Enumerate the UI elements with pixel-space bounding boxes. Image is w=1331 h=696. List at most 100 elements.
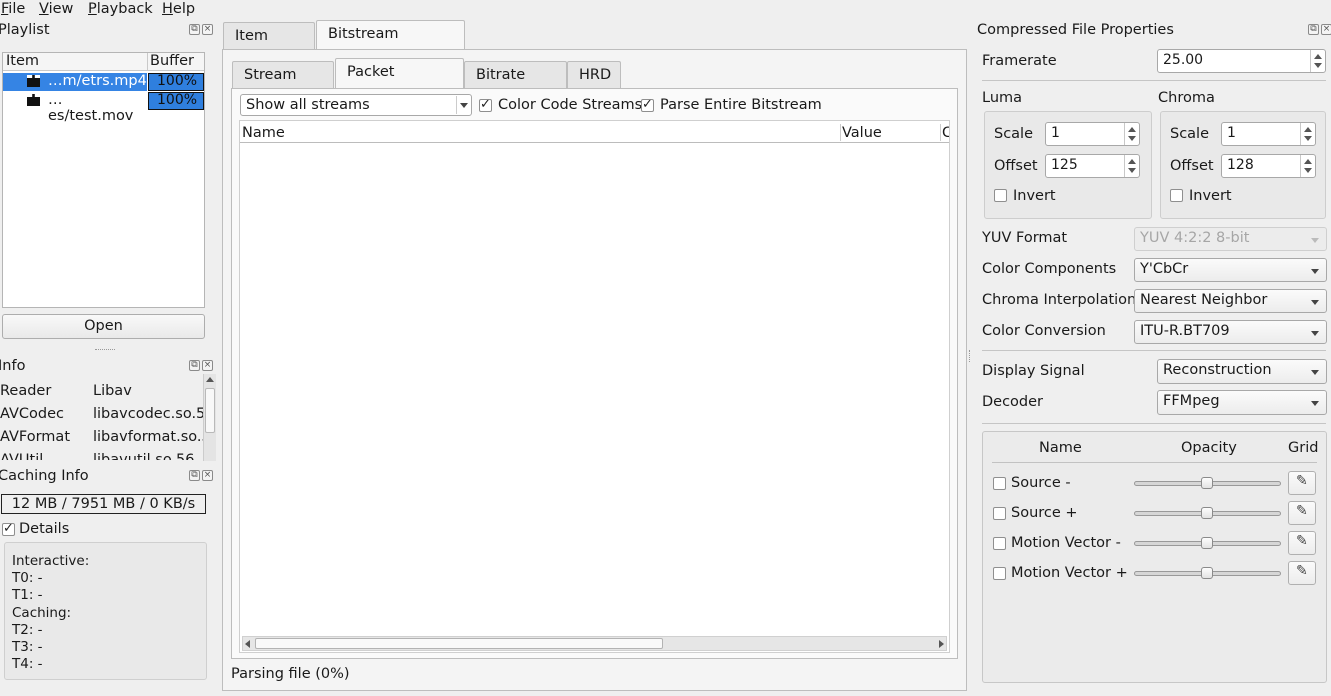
decoder-select[interactable]: FFMpeg [1157,390,1327,415]
opacity-slider-handle[interactable] [1201,537,1213,549]
chevron-down-icon [1311,238,1319,243]
packet-tree[interactable]: Name Value C [239,120,950,653]
props-dock-buttons: ⧉ × [1308,24,1331,35]
display-signal-select[interactable]: Reconstruction [1157,359,1327,384]
color-components-select[interactable]: Y'CbCr [1134,258,1327,282]
tab-bitrate-plot[interactable]: Bitrate Plot [464,61,567,109]
chevron-down-icon [1311,269,1319,274]
scroll-thumb[interactable] [255,638,663,649]
chevron-up-icon[interactable] [1314,54,1322,59]
framerate-spinbox[interactable]: 25.00 [1157,49,1326,73]
playlist-dock-title: Playlist [0,22,50,38]
header-divider [147,53,148,71]
overlay-name: Source - [1011,475,1071,491]
luma-title: Luma [982,90,1023,106]
props-dock-title: Compressed File Properties [977,22,1174,38]
col-value-header[interactable]: Value [842,125,882,141]
header-divider [940,124,941,141]
scroll-left-icon[interactable] [245,640,250,648]
opacity-slider-handle[interactable] [1201,507,1213,519]
splitter-handle[interactable] [95,349,115,352]
color-conversion-select[interactable]: ITU-R.BT709 [1134,320,1327,344]
pencil-icon: ✎ [1296,473,1308,489]
info-key: Reader [0,383,52,399]
close-icon[interactable]: × [202,360,213,371]
info-dock-buttons: ⧉ × [189,360,213,371]
table-row[interactable]: …m/etrs.mp4 [3,73,147,91]
tab-hrd[interactable]: HRD [567,61,621,89]
col-buffer-header[interactable]: Buffer [150,53,194,69]
chevron-down-icon[interactable] [1304,136,1312,141]
tab-packet-analysis[interactable]: Packet Analysis [335,58,464,106]
menu-help[interactable]: Help [162,0,195,18]
grid-edit-button[interactable]: ✎ [1288,531,1316,555]
playlist-dock-buttons: ⧉ × [189,24,213,35]
float-icon[interactable]: ⧉ [189,360,200,371]
chevron-up-icon[interactable] [1128,159,1136,164]
yuv-format-select[interactable]: YUV 4:2:2 8-bit [1134,227,1327,251]
overlay-checkbox[interactable] [993,477,1006,490]
chevron-down-icon[interactable] [1128,136,1136,141]
col-name-header[interactable]: Name [242,125,285,141]
splitter-handle[interactable] [969,350,971,362]
chevron-down-icon[interactable] [1304,168,1312,173]
grid-edit-button[interactable]: ✎ [1288,471,1316,495]
pencil-icon: ✎ [1296,563,1308,579]
chroma-interpolation-select[interactable]: Nearest Neighbor [1134,289,1327,313]
menu-file[interactable]: File [1,0,25,18]
parse-entire-label: Parse Entire Bitstream [660,97,822,113]
scroll-right-icon[interactable] [939,640,944,648]
scroll-up-icon[interactable] [206,377,214,382]
chroma-interpolation-label: Chroma Interpolation [982,292,1137,308]
overlay-panel [982,431,1327,683]
menu-bar: File View Playback Help [0,0,1331,20]
menu-view[interactable]: View [39,0,73,18]
chevron-up-icon[interactable] [1304,159,1312,164]
luma-offset-label: Offset [994,158,1038,174]
grid-edit-button[interactable]: ✎ [1288,561,1316,585]
grid-edit-button[interactable]: ✎ [1288,501,1316,525]
luma-scale-label: Scale [994,126,1034,142]
info-scrollbar[interactable] [203,374,216,461]
tab-stream-info[interactable]: Stream Info [232,61,334,109]
overlay-name: Motion Vector + [1011,565,1128,581]
tab-item-view[interactable]: Item View [223,22,315,70]
chevron-up-icon[interactable] [1304,127,1312,132]
chroma-scale-spinbox[interactable]: 1 [1221,122,1316,146]
overlay-checkbox[interactable] [993,537,1006,550]
yuv-format-label: YUV Format [982,230,1068,246]
chevron-up-icon[interactable] [1128,127,1136,132]
chevron-down-icon[interactable] [1128,168,1136,173]
horizontal-scrollbar[interactable] [242,636,947,651]
chevron-down-icon[interactable] [1314,63,1322,68]
open-button[interactable]: Open [2,314,205,339]
stream-filter-select[interactable]: Show all streams [240,94,472,116]
parse-entire-checkbox[interactable] [641,97,654,112]
luma-scale-spinbox[interactable]: 1 [1045,122,1140,146]
chroma-invert-checkbox[interactable] [1170,189,1183,202]
float-icon[interactable]: ⧉ [1308,24,1319,35]
chroma-offset-spinbox[interactable]: 128 [1221,154,1316,178]
close-icon[interactable]: × [202,24,213,35]
table-row[interactable]: …es/test.mov [3,92,147,124]
overlay-checkbox[interactable] [993,567,1006,580]
col-c-header[interactable]: C [942,125,949,141]
info-value: libavformat.so.58 [93,429,203,445]
opacity-slider-handle[interactable] [1201,477,1213,489]
tab-bitstream-analysis[interactable]: Bitstream Analysis [316,20,465,68]
details-checkbox[interactable] [2,521,15,536]
color-code-checkbox[interactable] [479,97,492,112]
overlay-checkbox[interactable] [993,507,1006,520]
color-code-label: Color Code Streams [498,97,643,113]
info-key: AVFormat [0,429,71,445]
close-icon[interactable]: × [202,470,213,481]
luma-invert-checkbox[interactable] [994,189,1007,202]
luma-offset-spinbox[interactable]: 125 [1045,154,1140,178]
menu-playback[interactable]: Playback [88,0,153,18]
float-icon[interactable]: ⧉ [189,470,200,481]
close-icon[interactable]: × [1321,24,1331,35]
opacity-slider-handle[interactable] [1201,567,1213,579]
float-icon[interactable]: ⧉ [189,24,200,35]
col-item-header[interactable]: Item [6,53,39,69]
scroll-thumb[interactable] [205,388,215,433]
